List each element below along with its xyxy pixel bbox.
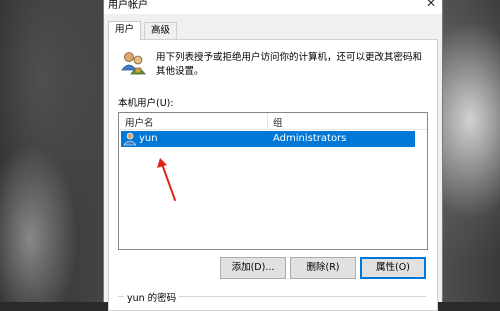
row-group: Administrators [273,133,347,144]
annotation-arrow-icon [157,158,176,201]
tab-users[interactable]: 用户 [108,21,142,40]
properties-button[interactable]: 属性(O) [360,257,426,279]
listview-header: 用户名 组 [119,113,427,130]
table-row[interactable]: yun Administrators [121,131,415,147]
users-icon [121,52,146,75]
column-group[interactable]: 组 [273,115,283,129]
tab-advanced[interactable]: 高级 [144,22,178,39]
user-icon [123,132,137,146]
add-button[interactable]: 添加(D)... [220,257,286,279]
window-title: 用户帐户 [108,0,148,11]
column-separator [267,113,268,129]
description-text: 用下列表授予或拒绝用户访问你的计算机，还可以更改其密码和其他设置。 [156,52,423,77]
local-users-label: 本机用户(U): [118,98,174,109]
close-icon[interactable]: ✕ [426,0,436,10]
title-bar: 用户帐户 ✕ [104,0,442,14]
delete-button[interactable]: 删除(R) [290,257,356,279]
row-username: yun [139,133,158,144]
column-username[interactable]: 用户名 [125,115,154,129]
